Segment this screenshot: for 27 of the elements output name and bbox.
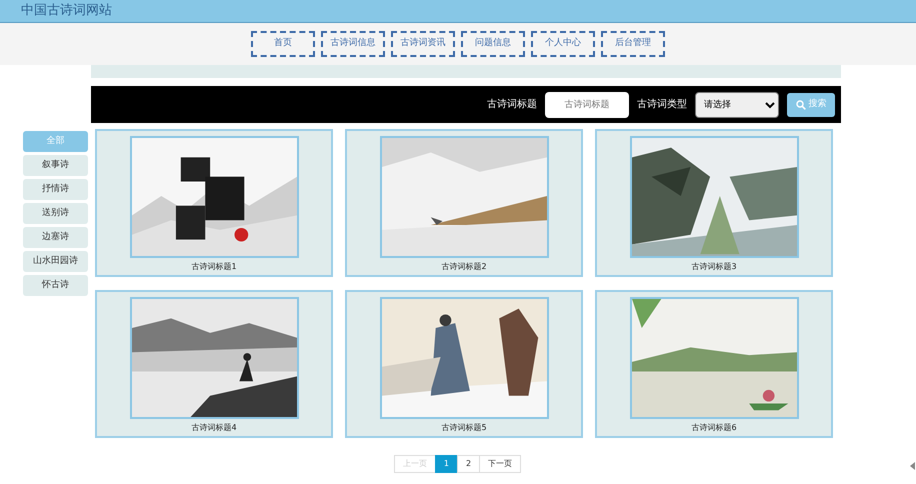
- site-title: 中国古诗词网站: [21, 3, 112, 18]
- item-title[interactable]: 古诗词标题3: [691, 261, 737, 273]
- page-button[interactable]: 2: [457, 455, 480, 473]
- category-item[interactable]: 山水田园诗: [23, 251, 88, 272]
- nav-link[interactable]: 后台管理: [601, 31, 665, 57]
- nav-link[interactable]: 古诗词信息: [321, 31, 385, 57]
- category-item[interactable]: 边塞诗: [23, 227, 88, 248]
- nav-link[interactable]: 个人中心: [531, 31, 595, 57]
- item-title[interactable]: 古诗词标题6: [691, 422, 737, 434]
- nav-link[interactable]: 古诗词资讯: [391, 31, 455, 57]
- caret-icon[interactable]: [910, 462, 915, 470]
- item-title[interactable]: 古诗词标题1: [191, 261, 237, 273]
- category-item[interactable]: 怀古诗: [23, 275, 88, 296]
- item-title[interactable]: 古诗词标题5: [441, 422, 487, 434]
- page-button[interactable]: 下一页: [479, 455, 522, 473]
- title-input[interactable]: 古诗词标题: [545, 92, 629, 118]
- search-label: 古诗词标题: [487, 98, 537, 112]
- item-title[interactable]: 古诗词标题4: [191, 422, 237, 434]
- item-title[interactable]: 古诗词标题2: [441, 261, 487, 273]
- category-item[interactable]: 叙事诗: [23, 155, 88, 176]
- search-icon: [796, 100, 806, 110]
- category-item[interactable]: 送别诗: [23, 203, 88, 224]
- search-label: 古诗词类型: [637, 98, 687, 112]
- category-item[interactable]: 抒情诗: [23, 179, 88, 200]
- nav-link[interactable]: 首页: [251, 31, 315, 57]
- nav-link[interactable]: 问题信息: [461, 31, 525, 57]
- type-select[interactable]: 请选择: [695, 92, 779, 118]
